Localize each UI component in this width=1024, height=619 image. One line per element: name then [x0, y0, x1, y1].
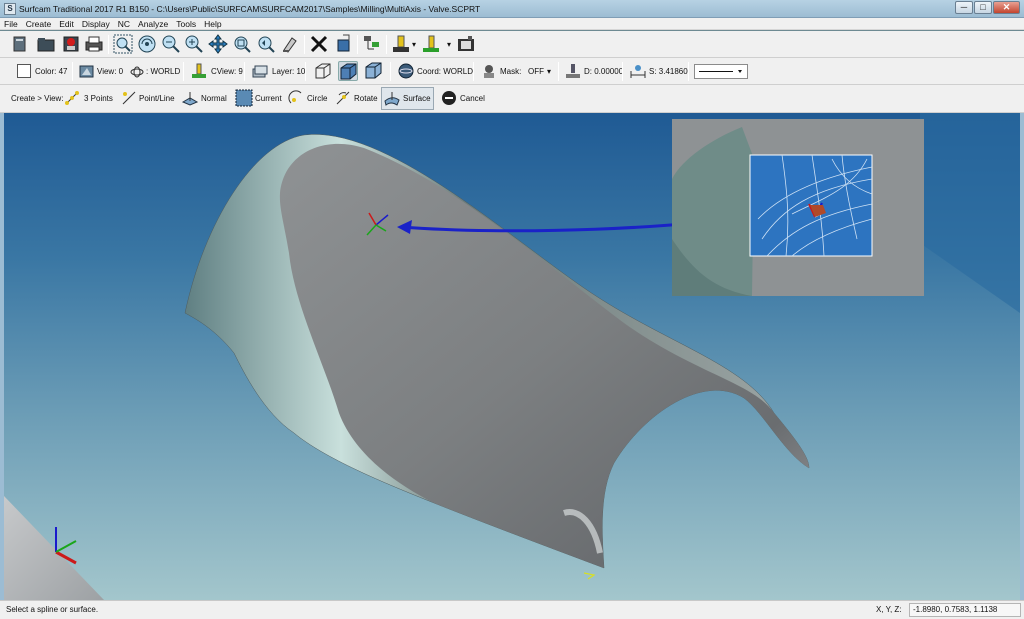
mask-value[interactable]: OFF: [528, 67, 544, 77]
view-label[interactable]: View: 0: [97, 67, 123, 77]
xyz-label: X, Y, Z:: [876, 605, 902, 614]
line-style-select[interactable]: [694, 64, 748, 79]
delete-icon[interactable]: [309, 34, 329, 54]
step-icon[interactable]: [630, 63, 646, 79]
maximize-button[interactable]: □: [974, 1, 992, 14]
current-button[interactable]: Current: [255, 94, 282, 104]
menu-bar: File Create Edit Display NC Analyze Tool…: [0, 18, 1024, 30]
menu-display[interactable]: Display: [78, 18, 114, 29]
wireframe-icon[interactable]: [313, 61, 333, 81]
zoom-all-icon[interactable]: [137, 34, 157, 54]
title-bar: S Surfcam Traditional 2017 R1 B150 - C:\…: [0, 0, 1024, 18]
normal-icon[interactable]: [181, 90, 199, 106]
status-message: Select a spline or surface.: [6, 605, 99, 614]
app-icon: S: [4, 3, 16, 15]
snapshot-icon[interactable]: [456, 34, 476, 54]
menu-analyze[interactable]: Analyze: [134, 18, 172, 29]
world-icon[interactable]: [129, 64, 145, 80]
menu-edit[interactable]: Edit: [55, 18, 78, 29]
status-bar: Select a spline or surface. X, Y, Z: -1.…: [0, 600, 1024, 619]
coord-icon[interactable]: [398, 63, 414, 79]
open-icon[interactable]: [36, 34, 56, 54]
circle-button[interactable]: Circle: [307, 94, 327, 104]
close-button[interactable]: ✕: [993, 1, 1020, 14]
save-icon[interactable]: [61, 34, 81, 54]
menu-help[interactable]: Help: [200, 18, 225, 29]
pan-icon[interactable]: [208, 34, 228, 54]
print-icon[interactable]: [84, 34, 104, 54]
current-icon[interactable]: [235, 89, 253, 107]
zoom-in-icon[interactable]: [184, 34, 204, 54]
menu-create[interactable]: Create: [22, 18, 56, 29]
circle-icon[interactable]: [288, 90, 304, 106]
menu-tools[interactable]: Tools: [172, 18, 200, 29]
new-file-icon[interactable]: [10, 34, 30, 54]
cancel-button[interactable]: Cancel: [460, 94, 485, 104]
rotate-button[interactable]: Rotate: [354, 94, 378, 104]
coord-label[interactable]: Coord: WORLD: [417, 67, 473, 77]
graphics-viewport[interactable]: [4, 113, 1020, 600]
three-points-button[interactable]: 3 Points: [84, 94, 113, 104]
zoom-window-icon[interactable]: [113, 34, 133, 54]
shaded-edges-icon[interactable]: [364, 61, 384, 81]
minimize-button[interactable]: ─: [955, 1, 973, 14]
mask-dropdown-icon[interactable]: ▾: [547, 67, 551, 77]
view-icon[interactable]: [79, 63, 95, 79]
create-view-prefix: Create > View:: [11, 94, 64, 103]
surface-button[interactable]: Surface: [403, 94, 431, 104]
normal-button[interactable]: Normal: [201, 94, 227, 104]
mask-label: Mask:: [500, 67, 522, 76]
menu-nc[interactable]: NC: [114, 18, 134, 29]
transform-icon[interactable]: [334, 34, 354, 54]
rotate-icon[interactable]: [335, 90, 351, 106]
layer-icon[interactable]: [252, 63, 268, 79]
shaded-icon[interactable]: [338, 61, 358, 81]
zoom-previous-icon[interactable]: [256, 34, 276, 54]
layer-label[interactable]: Layer: 10: [272, 67, 305, 77]
window-title: Surfcam Traditional 2017 R1 B150 - C:\Us…: [19, 4, 481, 14]
depth-icon[interactable]: [565, 63, 581, 79]
cview-icon[interactable]: [191, 63, 207, 79]
zoom-out-icon[interactable]: [161, 34, 181, 54]
point-line-button[interactable]: Point/Line: [139, 94, 175, 104]
xyz-readout: -1.8980, 0.7583, 1.1138: [909, 603, 1021, 617]
menu-file[interactable]: File: [0, 18, 22, 29]
point-line-icon[interactable]: [121, 90, 137, 106]
three-points-icon[interactable]: [64, 90, 80, 106]
zoom-inset-panel: [672, 119, 924, 296]
verify-icon[interactable]: [391, 34, 411, 54]
verify-dropdown-icon[interactable]: ▾: [412, 40, 416, 50]
ground-plane-left: [4, 496, 104, 600]
selection-marker-icon: [583, 572, 596, 580]
create-view-toolbar: Create > View: 3 Points Point/Line Norma…: [0, 85, 1024, 113]
toolpath-icon[interactable]: [362, 34, 382, 54]
mask-icon[interactable]: [481, 63, 497, 79]
zoom-fit-icon[interactable]: [232, 34, 252, 54]
ground-plane-right: [920, 113, 1020, 313]
standard-toolbar: ▾ ▾: [0, 31, 1024, 58]
color-swatch[interactable]: [17, 64, 31, 78]
shade-dropdown-icon[interactable]: ▾: [447, 40, 451, 50]
surface-icon[interactable]: [384, 90, 400, 106]
depth-label[interactable]: D: 0.00000: [584, 67, 623, 77]
color-label[interactable]: Color: 47: [35, 67, 67, 77]
world-label[interactable]: : WORLD: [146, 67, 180, 77]
shade-icon[interactable]: [421, 34, 441, 54]
properties-toolbar: Color: 47 View: 0 : WORLD CView: 9 Layer…: [0, 58, 1024, 85]
cancel-icon[interactable]: [441, 90, 457, 106]
step-label[interactable]: S: 3.41860: [649, 67, 688, 77]
cview-label[interactable]: CView: 9: [211, 67, 243, 77]
erase-icon[interactable]: [280, 34, 300, 54]
